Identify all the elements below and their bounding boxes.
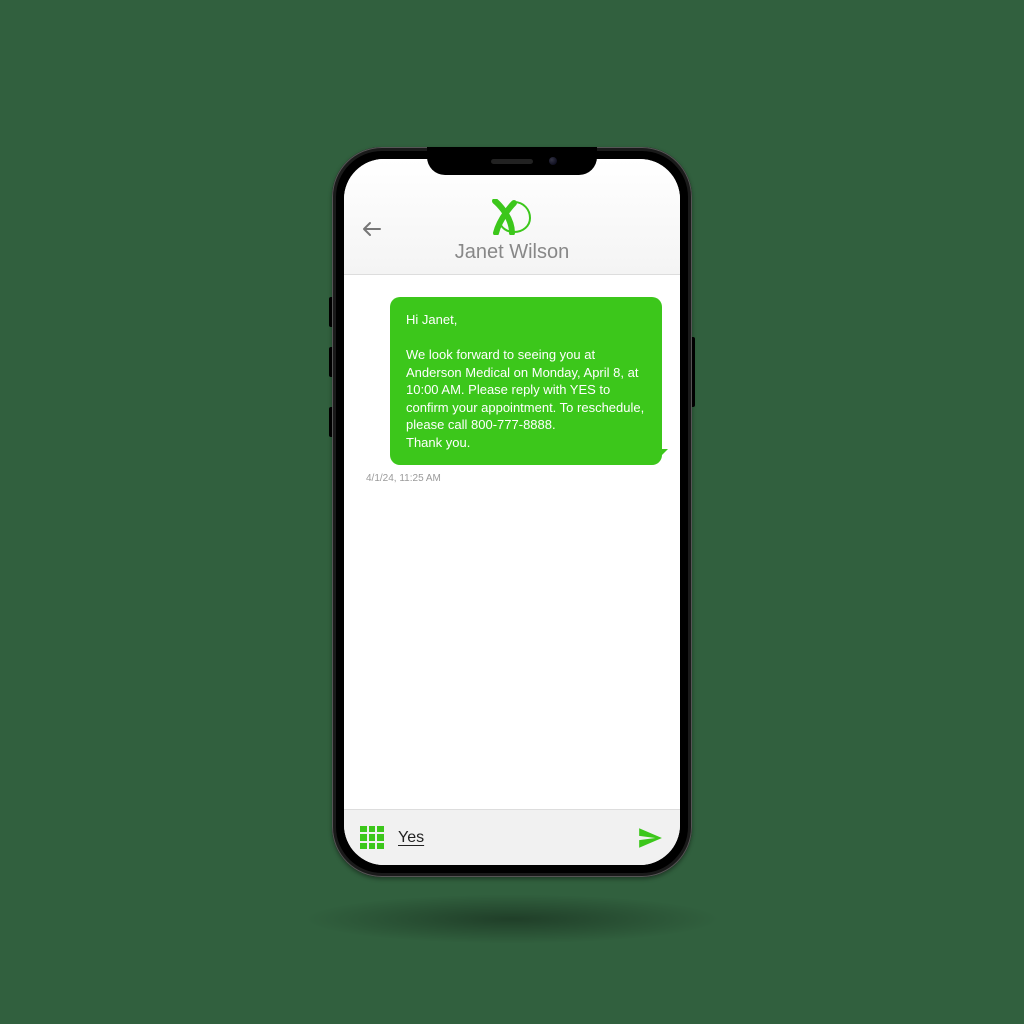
compose-bar xyxy=(344,809,680,865)
conversation-header: Janet Wilson xyxy=(344,159,680,275)
contact-name: Janet Wilson xyxy=(358,241,666,264)
app-screen: Janet Wilson Hi Janet, We look forward t… xyxy=(344,159,680,865)
phone-notch xyxy=(427,147,597,175)
keypad-button[interactable] xyxy=(360,826,384,850)
app-logo-icon xyxy=(492,199,532,235)
phone-camera xyxy=(549,157,557,165)
message-timestamp: 4/1/24, 11:25 AM xyxy=(366,473,662,484)
compose-input[interactable] xyxy=(398,829,622,847)
back-arrow-icon xyxy=(360,217,384,241)
message-bubble-outgoing: Hi Janet, We look forward to seeing you … xyxy=(390,297,662,465)
send-button[interactable] xyxy=(636,824,664,852)
phone-device-frame: Janet Wilson Hi Janet, We look forward t… xyxy=(332,147,692,877)
phone-shadow xyxy=(302,894,722,944)
phone-speaker xyxy=(491,159,533,164)
back-button[interactable] xyxy=(358,215,386,243)
keypad-dot-icon xyxy=(360,826,367,833)
send-icon xyxy=(637,825,663,851)
conversation-thread[interactable]: Hi Janet, We look forward to seeing you … xyxy=(344,275,680,809)
